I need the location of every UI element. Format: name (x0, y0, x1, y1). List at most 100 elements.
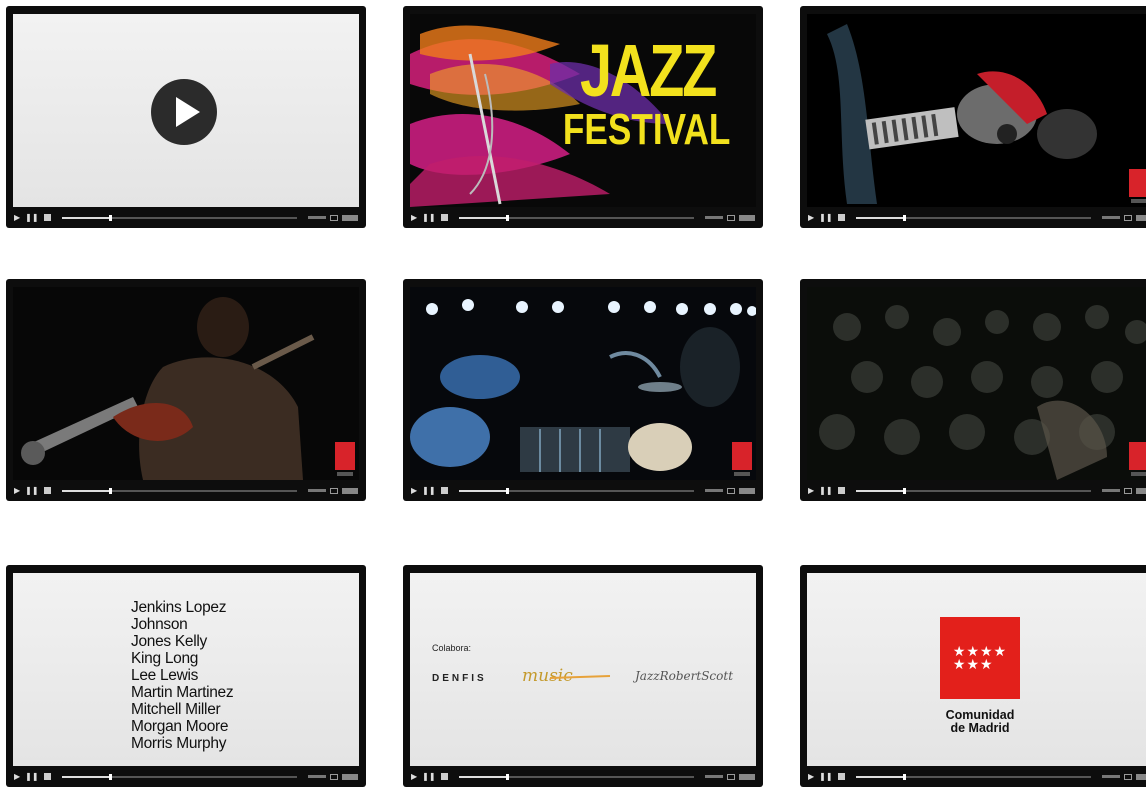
time-readout (308, 489, 326, 492)
fullscreen-icon[interactable] (330, 214, 338, 221)
control-bar: ▶ ❚❚ (6, 480, 366, 501)
stop-icon[interactable] (43, 773, 51, 780)
credit-name: Lee Lewis (131, 667, 199, 684)
fullscreen-icon[interactable] (727, 773, 735, 780)
stop-icon[interactable] (837, 487, 845, 494)
control-bar: ▶ ❚❚ (403, 207, 763, 228)
trumpet-player-image (21, 297, 315, 480)
volume-icon[interactable] (342, 773, 358, 780)
credit-name: Mitchell Miller (131, 701, 221, 718)
seek-bar[interactable] (61, 773, 297, 780)
pause-icon[interactable]: ❚❚ (25, 486, 38, 495)
credit-name: Martin Martinez (131, 684, 234, 701)
control-bar: ▶ ❚❚ (6, 207, 366, 228)
video-player-4[interactable]: ▶ ❚❚ (6, 279, 366, 501)
volume-icon[interactable] (342, 214, 358, 221)
credit-name: Morgan Moore (131, 718, 229, 735)
credit-name: Morris Murphy (131, 735, 227, 752)
pause-icon[interactable]: ❚❚ (25, 772, 38, 781)
time-readout (308, 216, 326, 219)
band-stage-image (410, 299, 756, 472)
seek-bar[interactable] (855, 487, 1091, 494)
madrid-logo-icon (732, 442, 752, 476)
video-player-7[interactable]: Jenkins Lopez Johnson Jones Kelly King L… (6, 565, 366, 787)
video-screen[interactable] (13, 14, 359, 207)
sponsor-logo-denfis: DENFIS (432, 673, 487, 684)
video-player-6[interactable]: ▶ ❚❚ (800, 279, 1146, 501)
pause-icon[interactable]: ❚❚ (422, 772, 435, 781)
video-player-5[interactable]: ▶ ❚❚ (403, 279, 763, 501)
stop-icon[interactable] (440, 487, 448, 494)
pause-icon[interactable]: ❚❚ (819, 486, 832, 495)
madrid-flag-icon: ★★★★ ★★★ (940, 617, 1020, 699)
play-icon[interactable]: ▶ (808, 486, 814, 495)
volume-icon[interactable] (739, 773, 755, 780)
seek-bar[interactable] (61, 487, 297, 494)
play-icon[interactable]: ▶ (808, 772, 814, 781)
audience-image (819, 305, 1146, 480)
sponsor-logo-music: music (522, 666, 611, 686)
volume-icon[interactable] (1136, 487, 1146, 494)
video-player-8[interactable]: Colabora: DENFIS music JazzRobertScott ▶… (403, 565, 763, 787)
seek-bar[interactable] (458, 773, 694, 780)
stop-icon[interactable] (440, 214, 448, 221)
stop-icon[interactable] (440, 773, 448, 780)
time-readout (1102, 216, 1120, 219)
stop-icon[interactable] (43, 487, 51, 494)
fullscreen-icon[interactable] (1124, 214, 1132, 221)
fullscreen-icon[interactable] (1124, 773, 1132, 780)
volume-icon[interactable] (342, 487, 358, 494)
video-screen[interactable] (807, 14, 1146, 207)
video-player-2[interactable]: JAZZ FESTIVAL ▶ ❚❚ (403, 6, 763, 228)
title-festival: FESTIVAL (562, 105, 730, 154)
volume-icon[interactable] (1136, 773, 1146, 780)
time-readout (705, 216, 723, 219)
control-bar: ▶ ❚❚ (800, 207, 1146, 228)
credit-name: King Long (131, 650, 199, 667)
play-icon[interactable]: ▶ (411, 772, 417, 781)
play-icon[interactable]: ▶ (411, 486, 417, 495)
stop-icon[interactable] (837, 773, 845, 780)
video-screen[interactable]: Colabora: DENFIS music JazzRobertScott (410, 573, 756, 766)
credit-name: Jones Kelly (131, 633, 207, 650)
play-icon[interactable]: ▶ (14, 486, 20, 495)
sponsor-logo-jazz: JazzRobertScott (635, 669, 734, 683)
video-screen[interactable] (410, 287, 756, 480)
fullscreen-icon[interactable] (330, 773, 338, 780)
play-icon[interactable]: ▶ (411, 213, 417, 222)
seek-bar[interactable] (61, 214, 297, 221)
pause-icon[interactable]: ❚❚ (25, 213, 38, 222)
video-player-3[interactable]: ▶ ❚❚ (800, 6, 1146, 228)
stop-icon[interactable] (837, 214, 845, 221)
video-screen[interactable]: Jenkins Lopez Johnson Jones Kelly King L… (13, 573, 359, 766)
volume-icon[interactable] (1136, 214, 1146, 221)
stop-icon[interactable] (43, 214, 51, 221)
collaborators-label: Colabora: (432, 643, 472, 653)
pause-icon[interactable]: ❚❚ (819, 772, 832, 781)
pause-icon[interactable]: ❚❚ (819, 213, 832, 222)
fullscreen-icon[interactable] (727, 487, 735, 494)
seek-bar[interactable] (855, 773, 1091, 780)
fullscreen-icon[interactable] (330, 487, 338, 494)
play-icon[interactable]: ▶ (14, 213, 20, 222)
pause-icon[interactable]: ❚❚ (422, 486, 435, 495)
video-screen[interactable]: ★★★★ ★★★ Comunidad de Madrid (807, 573, 1146, 766)
volume-icon[interactable] (739, 214, 755, 221)
time-readout (705, 775, 723, 778)
video-screen[interactable] (807, 287, 1146, 480)
brand-text: Comunidad de Madrid (927, 709, 1033, 735)
play-icon[interactable] (151, 79, 217, 145)
seek-bar[interactable] (855, 214, 1091, 221)
play-icon[interactable]: ▶ (14, 772, 20, 781)
video-screen[interactable] (13, 287, 359, 480)
seek-bar[interactable] (458, 214, 694, 221)
video-screen[interactable]: JAZZ FESTIVAL (410, 14, 756, 207)
fullscreen-icon[interactable] (727, 214, 735, 221)
volume-icon[interactable] (739, 487, 755, 494)
video-player-1[interactable]: ▶ ❚❚ (6, 6, 366, 228)
play-icon[interactable]: ▶ (808, 213, 814, 222)
seek-bar[interactable] (458, 487, 694, 494)
pause-icon[interactable]: ❚❚ (422, 213, 435, 222)
video-player-9[interactable]: ★★★★ ★★★ Comunidad de Madrid ▶ ❚❚ (800, 565, 1146, 787)
fullscreen-icon[interactable] (1124, 487, 1132, 494)
